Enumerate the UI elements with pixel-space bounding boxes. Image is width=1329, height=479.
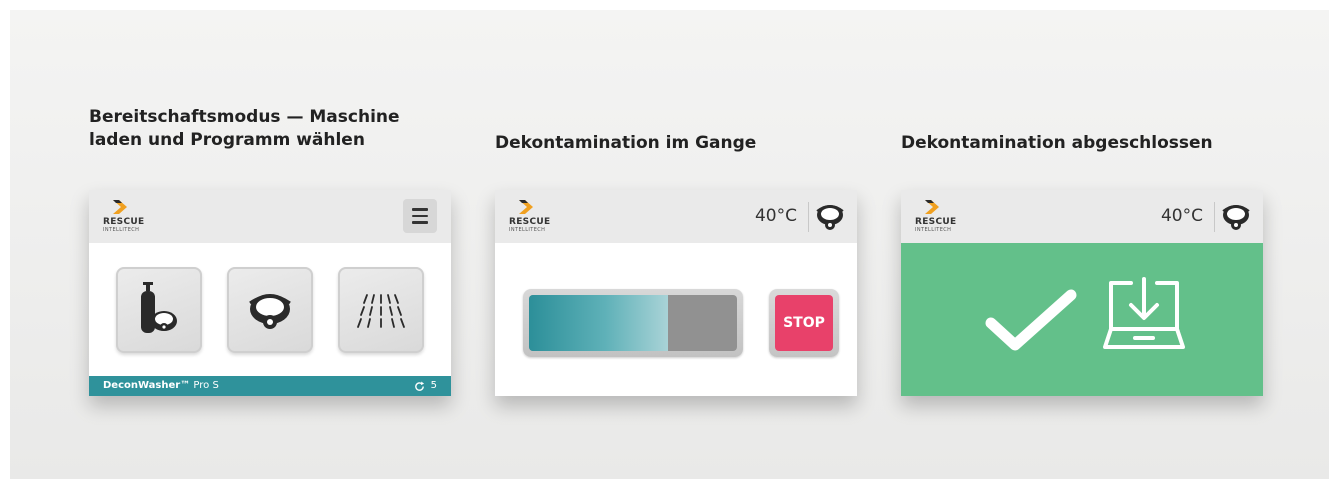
screen-header: RESCUE INTELLITECH 40°C xyxy=(901,190,1263,243)
progress-bar xyxy=(523,289,743,357)
respirator-mask-icon xyxy=(249,294,291,329)
program-selection xyxy=(89,243,451,376)
menu-button[interactable] xyxy=(403,199,437,233)
temperature-readout: 40°C xyxy=(754,206,797,226)
status-footer: DeconWasher™ Pro S 5 xyxy=(89,376,451,396)
unload-tray-icon[interactable] xyxy=(1101,275,1187,361)
completion-area xyxy=(901,243,1263,396)
header-divider xyxy=(1214,202,1215,232)
product-name: DeconWasher™ Pro S xyxy=(103,380,219,391)
cycle-counter: 5 xyxy=(414,376,437,396)
brand-subtitle: INTELLITECH xyxy=(103,227,140,233)
header-divider xyxy=(808,202,809,232)
brand-name: RESCUE xyxy=(915,217,957,227)
complete-screen: RESCUE INTELLITECH 40°C xyxy=(901,190,1263,396)
screen-header: RESCUE INTELLITECH xyxy=(89,190,451,243)
stage: Bereitschaftsmodus — Maschine laden und P… xyxy=(10,10,1329,479)
refresh-icon xyxy=(414,380,424,391)
stop-button[interactable]: STOP xyxy=(775,295,833,351)
stop-button-frame: STOP xyxy=(769,289,839,357)
brand-name: RESCUE xyxy=(509,217,551,227)
chevron-logo-icon xyxy=(113,200,127,214)
chevron-logo-icon xyxy=(519,200,533,214)
shower-spray-icon xyxy=(357,294,405,328)
panel-2-title: Dekontamination im Gange xyxy=(495,133,757,153)
rescue-logo: RESCUE INTELLITECH xyxy=(915,200,959,234)
brand-subtitle: INTELLITECH xyxy=(915,227,952,233)
progress-fill xyxy=(529,295,669,351)
chevron-logo-icon xyxy=(925,200,939,214)
screen-header: RESCUE INTELLITECH 40°C xyxy=(495,190,857,243)
brand-name: RESCUE xyxy=(103,217,145,227)
temperature-readout: 40°C xyxy=(1160,206,1203,226)
rescue-logo: RESCUE INTELLITECH xyxy=(509,200,553,234)
progress-track xyxy=(529,295,737,351)
panel-1-title-line-2: laden und Programm wählen xyxy=(89,130,365,150)
rescue-logo: RESCUE INTELLITECH xyxy=(103,200,147,234)
panel-3-title: Dekontamination abgeschlossen xyxy=(901,133,1213,153)
program-button-oxygen-mask[interactable] xyxy=(116,267,202,353)
respirator-mask-icon xyxy=(1222,205,1250,230)
program-button-respirator[interactable] xyxy=(227,267,313,353)
standby-screen: RESCUE INTELLITECH DeconWasher™ Pro S 5 xyxy=(89,190,451,396)
cycle-count: 5 xyxy=(430,380,437,391)
respirator-mask-icon xyxy=(816,205,844,230)
brand-subtitle: INTELLITECH xyxy=(509,227,546,233)
panel-1-title: Bereitschaftsmodus — Maschine laden und P… xyxy=(89,106,400,152)
progress-screen: RESCUE INTELLITECH 40°C STOP xyxy=(495,190,857,396)
program-button-shower[interactable] xyxy=(338,267,424,353)
oxygen-tank-mask-icon xyxy=(141,282,177,333)
checkmark-icon xyxy=(985,289,1077,351)
hamburger-icon xyxy=(412,208,428,211)
panel-1-title-line-1: Bereitschaftsmodus — Maschine xyxy=(89,107,400,127)
